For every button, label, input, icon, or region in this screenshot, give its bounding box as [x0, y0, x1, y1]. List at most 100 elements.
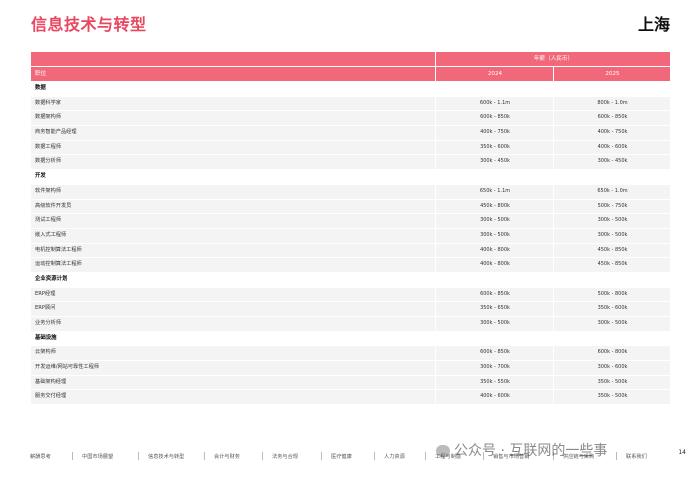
year-2025-header: 2025 [553, 67, 671, 81]
salary-2024: 350k - 600k [435, 140, 554, 155]
category-label: 数据 [35, 85, 46, 91]
table-row: 嵌入式工程师 300k - 500k 300k - 500k [31, 228, 671, 244]
salary-2025: 500k - 750k [553, 199, 671, 214]
salary-2025: 400k - 750k [553, 126, 671, 140]
watermark-text: 公众号 · 互联网的一些事 [454, 443, 608, 459]
salary-2024: 600k - 850k [435, 287, 554, 302]
role-name: ERP经理 [35, 290, 56, 297]
role-name: 数据工程师 [35, 143, 61, 150]
salary-2024: 350k - 650k [435, 302, 554, 317]
salary-2025: 350k - 600k [553, 302, 671, 317]
role-name: 嵌入式工程师 [35, 231, 67, 238]
table-row: 业务分析师 300k - 500k 300k - 500k [31, 317, 670, 332]
role-name: 商务智能产品经理 [35, 129, 77, 136]
salary-2024: 450k - 800k [435, 199, 554, 214]
salary-2024: 600k - 1.1m [435, 96, 554, 111]
salary-2025: 350k - 500k [553, 390, 671, 405]
table-row: ERP顾问 350k - 650k 350k - 600k [31, 302, 670, 317]
footer-divider [204, 452, 205, 460]
table-row: 高级软件开发员 450k - 800k 500k - 750k [31, 199, 671, 215]
salary-2024: 300k - 450k [435, 155, 554, 170]
footer-divider [616, 452, 617, 460]
page-number: 14 [678, 449, 686, 456]
salary-2024: 600k - 850k [435, 111, 554, 126]
table-header-top: 年薪（人民币） [31, 52, 670, 66]
salary-2024: 400k - 800k [435, 258, 554, 272]
table-row: 商务智能产品经理 400k - 750k 400k - 750k [31, 126, 670, 141]
role-name: 服务交付经理 [35, 393, 67, 400]
salary-header: 年薪（人民币） [435, 52, 671, 66]
salary-2024: 300k - 500k [435, 317, 554, 331]
footer-nav-item[interactable]: 联系我们 [626, 453, 647, 460]
footer-nav-item[interactable]: 中国市场展望 [82, 453, 113, 460]
footer-divider [425, 452, 426, 460]
salary-2024: 650k - 1.1m [435, 184, 554, 199]
category-label: 基础设施 [35, 334, 57, 341]
salary-2024: 400k - 800k [435, 243, 554, 258]
table-row: 软件架构师 650k - 1.1m 650k - 1.0m [31, 184, 671, 200]
table-row: 测试工程师 300k - 500k 300k - 500k [31, 214, 670, 229]
footer-nav-item[interactable]: 人力资源 [384, 453, 405, 460]
table-row: ERP经理 600k - 850k 500k - 800k [31, 287, 671, 303]
role-name: 数据科学家 [35, 99, 61, 106]
footer-nav-item[interactable]: 信息技术与转型 [148, 453, 184, 460]
role-header: 职位 [35, 71, 47, 77]
category-label: 企业资源计划 [35, 275, 68, 282]
salary-2024: 300k - 500k [435, 228, 554, 243]
footer-nav-item[interactable]: 医疗健康 [331, 453, 352, 460]
salary-2024: 400k - 750k [435, 126, 554, 140]
role-name: 数据分析师 [35, 158, 61, 165]
salary-2025: 300k - 500k [553, 228, 671, 243]
salary-2025: 350k - 500k [553, 375, 671, 390]
salary-2025: 800k - 1.0m [553, 96, 671, 111]
footer-nav-item[interactable]: 薪酬思考 [30, 453, 51, 460]
year-2024-header: 2024 [435, 67, 554, 81]
salary-2025: 300k - 450k [553, 155, 671, 170]
salary-2024: 300k - 500k [435, 214, 554, 228]
table-row: 运动控制算法工程师 400k - 800k 450k - 850k [31, 258, 670, 273]
role-name: ERP顾问 [35, 305, 56, 312]
table-row: 数据架构师 600k - 850k 600k - 850k [31, 111, 671, 127]
salary-2025: 300k - 500k [553, 214, 671, 228]
city-label: 上海 [637, 15, 670, 34]
role-name: 运动控制算法工程师 [35, 261, 82, 268]
footer-divider [374, 452, 375, 460]
salary-2024: 400k - 600k [435, 390, 554, 405]
footer-divider [138, 452, 139, 460]
category-row: 企业资源计划 [31, 273, 670, 288]
table-row: 开发运维/网站可靠性工程师 300k - 700k 300k - 600k [31, 361, 670, 376]
footer-nav-item[interactable]: 会计与财务 [214, 453, 240, 460]
salary-2025: 500k - 800k [553, 287, 671, 302]
table-header-bottom: 职位 2024 2025 [31, 67, 670, 81]
table-row: 服务交付经理 400k - 600k 350k - 500k [31, 390, 671, 406]
category-row: 数据 [31, 82, 670, 97]
role-name: 开发运维/网站可靠性工程师 [35, 364, 99, 371]
footer-divider [321, 452, 322, 460]
salary-2025: 600k - 800k [553, 346, 671, 361]
watermark: 公众号 · 互联网的一些事 [436, 440, 607, 460]
category-row: 基础设施 [31, 332, 670, 347]
table-row: 数据科学家 600k - 1.1m 800k - 1.0m [31, 96, 671, 112]
category-row: 开发 [31, 170, 670, 185]
salary-2025: 400k - 600k [553, 140, 671, 155]
salary-2024: 300k - 700k [435, 361, 554, 375]
salary-2024: 350k - 550k [435, 375, 554, 390]
category-label: 开发 [35, 173, 46, 180]
footer-nav-item[interactable]: 法务与合规 [272, 453, 298, 460]
salary-2025: 650k - 1.0m [553, 184, 671, 199]
salary-2025: 600k - 850k [553, 111, 671, 126]
role-name: 软件架构师 [35, 187, 61, 194]
salary-2025: 450k - 850k [553, 243, 671, 258]
role-name: 基础架构经理 [35, 378, 67, 385]
salary-2025: 300k - 600k [553, 361, 671, 375]
table-row: 基础架构经理 350k - 550k 350k - 500k [31, 375, 671, 391]
role-name: 测试工程师 [35, 217, 61, 224]
table-row: 数据分析师 300k - 450k 300k - 450k [31, 155, 671, 171]
table-row: 数据工程师 350k - 600k 400k - 600k [31, 140, 671, 156]
table-row: 电机控制算法工程师 400k - 800k 450k - 850k [31, 243, 671, 259]
table-row: 云架构师 600k - 850k 600k - 800k [31, 346, 671, 362]
role-name: 电机控制算法工程师 [35, 246, 82, 253]
footer-divider [262, 452, 263, 460]
role-name: 数据架构师 [35, 114, 61, 121]
salary-2024: 600k - 850k [435, 346, 554, 361]
